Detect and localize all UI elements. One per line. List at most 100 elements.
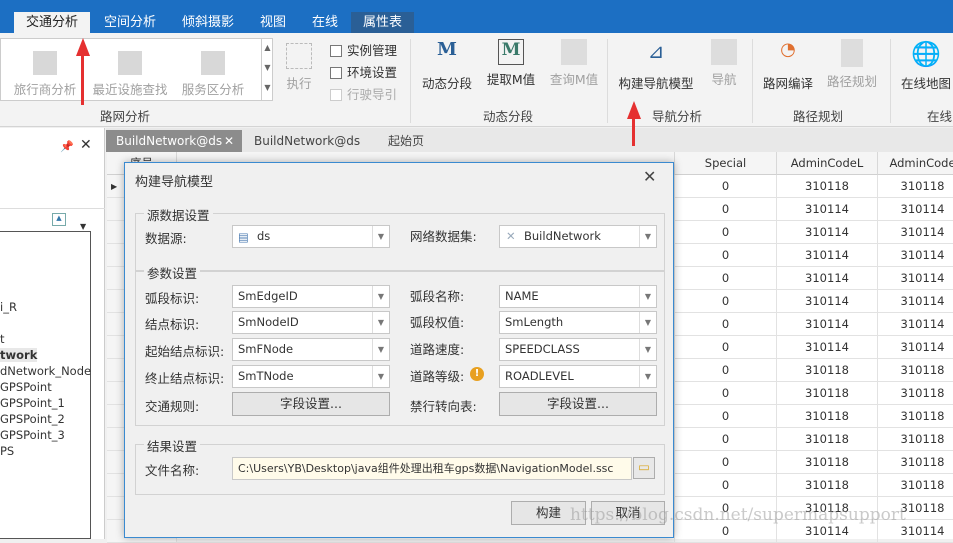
column-header-admincode[interactable]: AdminCode <box>878 152 953 175</box>
service-area-button[interactable]: 服务区分析 <box>176 51 250 98</box>
tree-item[interactable]: GPSPoint <box>0 380 52 394</box>
execute-button[interactable]: 执行 <box>282 43 316 92</box>
edge-id-select[interactable]: SmEdgeID ▼ <box>232 285 390 308</box>
tree-item[interactable]: PS <box>0 444 14 458</box>
file-name-input[interactable]: C:\Users\YB\Desktop\java组件处理出租车gps数据\Nav… <box>232 457 632 480</box>
browse-folder-button[interactable]: ▭ <box>633 457 655 479</box>
cell-admincodel[interactable]: 310118 <box>777 474 878 497</box>
tab-spatial-analysis[interactable]: 空间分析 <box>92 12 168 33</box>
collapse-button[interactable]: ▲ <box>52 213 66 226</box>
tree-item[interactable]: dNetwork_Node <box>0 364 91 378</box>
gallery-scroll[interactable]: ▲ ▼ ▼ <box>261 38 273 101</box>
tsp-analysis-button[interactable]: 旅行商分析 <box>8 51 82 98</box>
tree-item[interactable]: GPSPoint_2 <box>0 412 65 426</box>
dynamic-segment-button[interactable]: M 动态分段 <box>418 39 476 92</box>
datasource-select[interactable]: ▤ ds ▼ <box>232 225 390 248</box>
cell-special[interactable]: 0 <box>675 451 777 474</box>
cell-admincode[interactable]: 310118 <box>878 474 953 497</box>
cell-special[interactable]: 0 <box>675 175 777 198</box>
tree-item[interactable]: t <box>0 332 5 346</box>
cell-admincode[interactable]: 310114 <box>878 313 953 336</box>
cell-admincode[interactable]: 310118 <box>878 428 953 451</box>
tree-item-selected[interactable]: twork <box>0 348 38 362</box>
cell-admincodel[interactable]: 310114 <box>777 290 878 313</box>
cell-admincodel[interactable]: 310118 <box>777 359 878 382</box>
cell-admincodel[interactable]: 310114 <box>777 267 878 290</box>
cell-admincode[interactable]: 310118 <box>878 382 953 405</box>
traffic-rule-field-button[interactable]: 字段设置... <box>232 392 390 416</box>
cell-admincode[interactable]: 310118 <box>878 359 953 382</box>
close-tab-icon[interactable]: ✕ <box>224 130 234 152</box>
forbidden-turn-field-button[interactable]: 字段设置... <box>499 392 657 416</box>
cell-admincodel[interactable]: 310114 <box>777 336 878 359</box>
cell-special[interactable]: 0 <box>675 198 777 221</box>
cell-admincode[interactable]: 310114 <box>878 290 953 313</box>
env-settings-checkbox[interactable]: 环境设置 <box>330 62 397 81</box>
cell-admincode[interactable]: 310118 <box>878 405 953 428</box>
cell-special[interactable]: 0 <box>675 474 777 497</box>
doc-tab-buildnetwork-active[interactable]: BuildNetwork@ds ✕ <box>106 130 242 152</box>
cell-special[interactable]: 0 <box>675 244 777 267</box>
tab-attribute-table[interactable]: 属性表 <box>351 12 415 33</box>
cell-admincodel[interactable]: 310118 <box>777 405 878 428</box>
to-node-select[interactable]: SmTNode ▼ <box>232 365 390 388</box>
cell-admincode[interactable]: 310114 <box>878 221 953 244</box>
closest-facility-button[interactable]: 最近设施查找 <box>88 51 172 98</box>
cell-admincodel[interactable]: 310118 <box>777 382 878 405</box>
node-id-select[interactable]: SmNodeID ▼ <box>232 311 390 334</box>
workspace-panel: 📌 ✕ ▲ ▼ i_R t twork dNetwork_Node GPSPoi… <box>0 128 105 539</box>
route-planning-button[interactable]: 路径规划 <box>822 39 882 90</box>
tree-item[interactable]: i_R <box>0 300 17 314</box>
cell-special[interactable]: 0 <box>675 267 777 290</box>
tree-item[interactable]: GPSPoint_1 <box>0 396 65 410</box>
cell-special[interactable]: 0 <box>675 290 777 313</box>
build-navigation-model-button[interactable]: ⊿ 构建导航模型 <box>614 39 698 92</box>
cell-special[interactable]: 0 <box>675 313 777 336</box>
navigation-button[interactable]: 导航 <box>704 39 744 88</box>
cell-admincode[interactable]: 310118 <box>878 451 953 474</box>
column-header-special[interactable]: Special <box>675 152 777 175</box>
cell-special[interactable]: 0 <box>675 428 777 451</box>
pin-icon[interactable]: 📌 <box>60 140 74 153</box>
doc-tab-start-page[interactable]: 起始页 <box>378 130 434 152</box>
cell-admincode[interactable]: 310118 <box>878 175 953 198</box>
cell-admincodel[interactable]: 310114 <box>777 221 878 244</box>
dialog-close-icon[interactable]: ✕ <box>643 167 656 186</box>
tree-item[interactable]: GPSPoint_3 <box>0 428 65 442</box>
from-node-select[interactable]: SmFNode ▼ <box>232 338 390 361</box>
column-header-admincodel[interactable]: AdminCodeL <box>777 152 878 175</box>
cell-special[interactable]: 0 <box>675 382 777 405</box>
close-icon[interactable]: ✕ <box>80 137 92 153</box>
online-map-button[interactable]: 🌐 在线地图 <box>896 39 953 92</box>
cell-admincodel[interactable]: 310118 <box>777 175 878 198</box>
tab-traffic-analysis[interactable]: 交通分析 <box>14 12 91 33</box>
cell-special[interactable]: 0 <box>675 359 777 382</box>
cell-special[interactable]: 0 <box>675 405 777 428</box>
edge-weight-select[interactable]: SmLength ▼ <box>499 311 657 334</box>
tab-view[interactable]: 视图 <box>248 12 298 33</box>
doc-tab-buildnetwork[interactable]: BuildNetwork@ds <box>244 130 370 152</box>
driving-guide-checkbox[interactable]: 行驶导引 <box>330 84 397 103</box>
scroll-down-icon[interactable]: ▼ <box>80 222 86 231</box>
road-speed-select[interactable]: SPEEDCLASS ▼ <box>499 338 657 361</box>
query-m-button[interactable]: 查询M值 <box>545 39 603 88</box>
tab-online[interactable]: 在线 <box>300 12 350 33</box>
road-level-select[interactable]: ROADLEVEL ▼ <box>499 365 657 388</box>
cell-admincode[interactable]: 310114 <box>878 244 953 267</box>
cell-special[interactable]: 0 <box>675 336 777 359</box>
edge-name-select[interactable]: NAME ▼ <box>499 285 657 308</box>
cell-admincode[interactable]: 310114 <box>878 198 953 221</box>
cell-admincodel[interactable]: 310114 <box>777 198 878 221</box>
instance-manage-checkbox[interactable]: 实例管理 <box>330 40 397 59</box>
cell-admincodel[interactable]: 310118 <box>777 428 878 451</box>
cell-admincode[interactable]: 310114 <box>878 267 953 290</box>
tab-oblique-photography[interactable]: 倾斜摄影 <box>170 12 246 33</box>
network-compile-button[interactable]: ◔ 路网编译 <box>758 39 818 92</box>
cell-admincodel[interactable]: 310118 <box>777 451 878 474</box>
cell-admincode[interactable]: 310114 <box>878 336 953 359</box>
cell-admincodel[interactable]: 310114 <box>777 244 878 267</box>
dataset-select[interactable]: ✕ BuildNetwork ▼ <box>499 225 657 248</box>
cell-admincodel[interactable]: 310114 <box>777 313 878 336</box>
extract-m-button[interactable]: M 提取M值 <box>482 39 540 88</box>
cell-special[interactable]: 0 <box>675 221 777 244</box>
